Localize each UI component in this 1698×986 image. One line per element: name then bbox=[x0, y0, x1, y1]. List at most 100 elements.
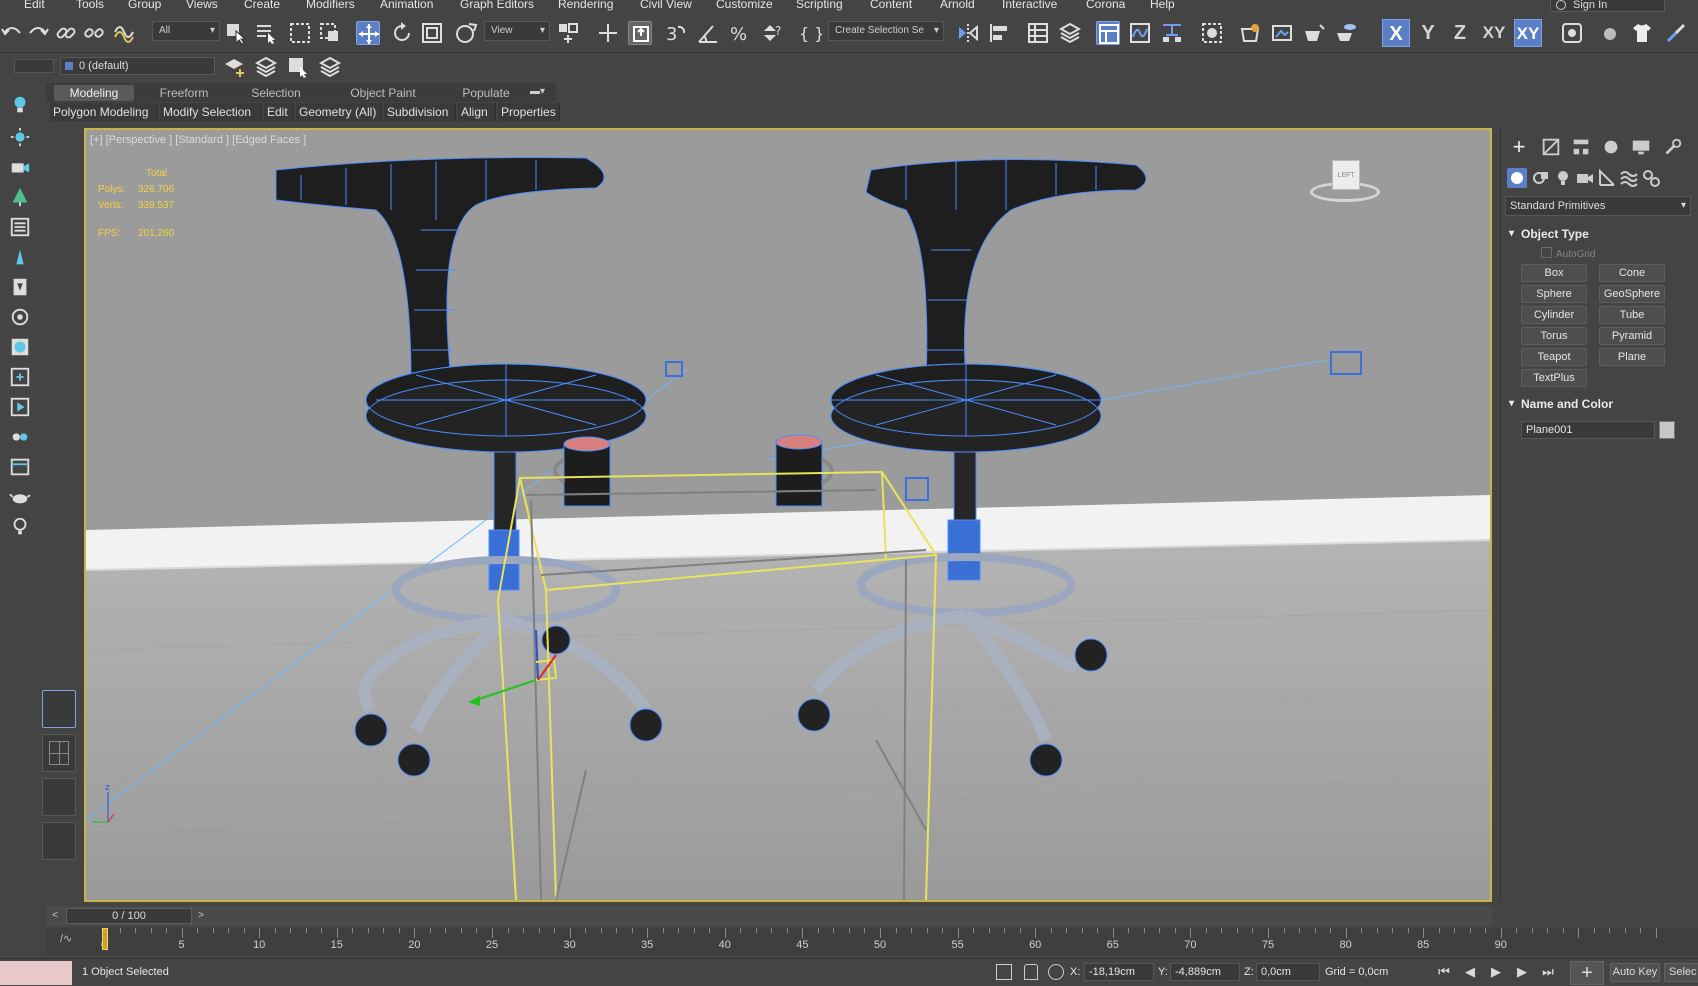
tab-object-paint[interactable]: Object Paint bbox=[328, 85, 438, 101]
layer-visibility-icon[interactable] bbox=[14, 59, 54, 73]
tab-populate[interactable]: Populate bbox=[446, 85, 526, 101]
containers-icon[interactable] bbox=[1560, 21, 1584, 45]
cameras-category-icon[interactable] bbox=[1575, 168, 1595, 188]
render-setup-icon[interactable] bbox=[1238, 21, 1262, 45]
select-layer-objects-icon[interactable] bbox=[286, 55, 308, 78]
selection-filter-dropdown[interactable]: All bbox=[152, 21, 220, 41]
play-icon[interactable]: ▶ bbox=[1486, 962, 1506, 982]
isolate-selection-icon[interactable] bbox=[996, 964, 1012, 980]
menu-interactive[interactable]: Interactive bbox=[1002, 0, 1057, 11]
helpers-category-icon[interactable] bbox=[1597, 168, 1617, 188]
ribbon-options-icon[interactable]: ▬▾ bbox=[530, 86, 550, 98]
menu-views[interactable]: Views bbox=[186, 0, 218, 11]
menu-arnold[interactable]: Arnold bbox=[940, 0, 975, 11]
tab-freeform[interactable]: Freeform bbox=[142, 85, 226, 101]
go-to-start-icon[interactable]: ⏮ bbox=[1434, 962, 1454, 982]
lights-category-icon[interactable] bbox=[1553, 168, 1573, 188]
time-slider-prev-button[interactable]: < bbox=[48, 908, 62, 924]
snaps-toggle-icon[interactable]: 3 bbox=[664, 21, 688, 45]
menu-graph-editors[interactable]: Graph Editors bbox=[460, 0, 534, 11]
named-selection-set-dropdown[interactable]: Create Selection Se bbox=[828, 21, 944, 41]
tab-selection[interactable]: Selection bbox=[234, 85, 318, 101]
rotate-icon[interactable] bbox=[390, 21, 414, 45]
window-crossing-icon[interactable] bbox=[318, 21, 342, 45]
hierarchy-tab-icon[interactable] bbox=[1569, 136, 1593, 158]
pivot-center-icon[interactable] bbox=[556, 21, 580, 45]
schematic-view-icon[interactable] bbox=[1160, 21, 1184, 45]
play-panel-icon[interactable] bbox=[9, 396, 31, 418]
panel-geometry-all[interactable]: Geometry (All) bbox=[296, 103, 382, 121]
menu-scripting[interactable]: Scripting bbox=[796, 0, 843, 11]
menu-group[interactable]: Group bbox=[128, 0, 161, 11]
shape-icon[interactable] bbox=[9, 276, 31, 298]
geometry-category-icon[interactable] bbox=[1507, 168, 1527, 188]
go-to-end-icon[interactable]: ⏭ bbox=[1538, 962, 1558, 982]
spacewarps-category-icon[interactable] bbox=[1619, 168, 1639, 188]
object-name-field[interactable]: Plane001 bbox=[1521, 421, 1655, 439]
keyboard-shortcut-override-icon[interactable] bbox=[628, 21, 652, 45]
tree-icon[interactable] bbox=[9, 186, 31, 208]
selection-lock-icon[interactable] bbox=[1024, 964, 1038, 980]
bulb-outline-icon[interactable] bbox=[9, 516, 31, 538]
viewport-label[interactable]: [+] [Perspective ] [Standard ] [Edged Fa… bbox=[90, 134, 306, 146]
unlink-icon[interactable] bbox=[82, 21, 106, 45]
panel-subdivision[interactable]: Subdivision bbox=[384, 103, 456, 121]
time-slider-next-button[interactable]: > bbox=[194, 908, 208, 924]
curve-editor-icon[interactable] bbox=[1128, 21, 1152, 45]
percent-snap-icon[interactable]: % bbox=[728, 21, 752, 45]
time-slider-thumb[interactable]: 0 / 100 bbox=[66, 908, 192, 924]
align-icon[interactable] bbox=[988, 21, 1012, 45]
layer-properties-icon[interactable] bbox=[318, 55, 342, 78]
name-and-color-rollout-title[interactable]: Name and Color bbox=[1505, 394, 1691, 414]
rendered-frame-window-icon[interactable] bbox=[1270, 21, 1294, 45]
y-coord-field[interactable]: -4,889cm bbox=[1170, 963, 1240, 981]
render-production-icon[interactable] bbox=[1302, 21, 1326, 45]
scale-icon[interactable] bbox=[420, 21, 444, 45]
sign-in-dropdown[interactable]: Sign In bbox=[1550, 0, 1665, 12]
undo-icon[interactable] bbox=[0, 21, 24, 45]
layout-single[interactable] bbox=[42, 690, 76, 728]
menu-content[interactable]: Content bbox=[870, 0, 912, 11]
material-editor-icon[interactable] bbox=[1200, 21, 1224, 45]
angle-snap-icon[interactable] bbox=[696, 21, 720, 45]
edit-named-selection-icon[interactable]: { } bbox=[798, 21, 824, 45]
menu-rendering[interactable]: Rendering bbox=[558, 0, 613, 11]
layout-three[interactable] bbox=[42, 822, 76, 860]
menu-tools[interactable]: Tools bbox=[76, 0, 104, 11]
cylinder-button[interactable]: Cylinder bbox=[1521, 306, 1587, 324]
rect-selection-region-icon[interactable] bbox=[288, 21, 312, 45]
redo-icon[interactable] bbox=[26, 21, 50, 45]
axis-y-button[interactable]: Y bbox=[1414, 19, 1442, 47]
shirt-icon[interactable] bbox=[1630, 21, 1654, 45]
orbit-icon[interactable] bbox=[9, 306, 31, 328]
maxscript-mini-listener[interactable] bbox=[0, 961, 72, 985]
object-type-rollout-title[interactable]: Object Type bbox=[1505, 224, 1691, 244]
primitive-category-dropdown[interactable]: Standard Primitives bbox=[1505, 196, 1691, 216]
spinner-snap-icon[interactable]: ? bbox=[760, 21, 784, 45]
trackbar-time-cursor[interactable] bbox=[102, 928, 108, 950]
bind-spacewarp-icon[interactable] bbox=[112, 21, 136, 45]
torus-button[interactable]: Torus bbox=[1521, 327, 1587, 345]
create-tab-icon[interactable]: + bbox=[1507, 136, 1531, 158]
figure-icon[interactable] bbox=[9, 246, 31, 268]
display-tab-icon[interactable] bbox=[1629, 136, 1653, 158]
window-icon[interactable] bbox=[9, 456, 31, 478]
menu-help[interactable]: Help bbox=[1150, 0, 1175, 11]
select-object-icon[interactable] bbox=[224, 21, 248, 45]
tube-button[interactable]: Tube bbox=[1599, 306, 1665, 324]
xref-icon[interactable] bbox=[9, 366, 31, 388]
sphere-material-icon[interactable] bbox=[1598, 21, 1622, 45]
panel-polygon-modeling[interactable]: Polygon Modeling bbox=[50, 103, 158, 121]
curve-editor-toggle-icon[interactable]: /∿ bbox=[60, 932, 72, 945]
auto-key-button[interactable]: Auto Key bbox=[1610, 963, 1660, 982]
axis-xy-button[interactable]: XY bbox=[1480, 19, 1508, 47]
utilities-tab-icon[interactable] bbox=[1661, 136, 1685, 158]
reference-coordinate-dropdown[interactable]: View bbox=[484, 21, 550, 41]
next-frame-icon[interactable]: ▶ bbox=[1512, 962, 1532, 982]
axis-x-button[interactable]: X bbox=[1382, 19, 1410, 47]
motion-tab-icon[interactable] bbox=[1599, 136, 1623, 158]
set-key-icon[interactable]: + bbox=[1570, 961, 1604, 985]
render-icon[interactable] bbox=[9, 426, 31, 448]
menu-customize[interactable]: Customize bbox=[716, 0, 773, 11]
tab-modeling[interactable]: Modeling bbox=[54, 85, 134, 101]
